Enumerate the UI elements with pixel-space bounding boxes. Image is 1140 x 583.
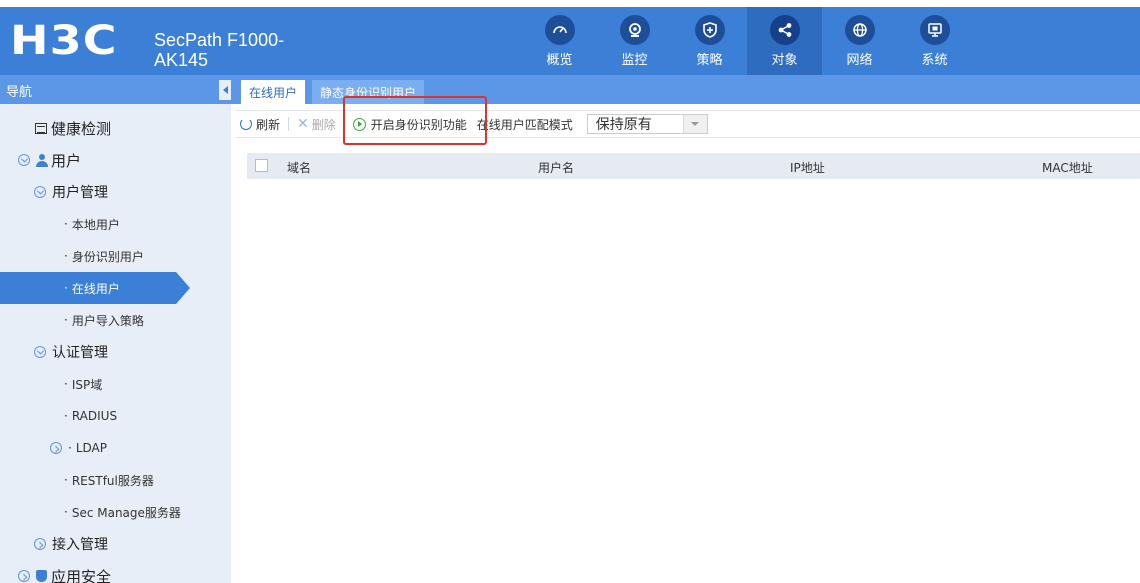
monitor-icon <box>619 15 650 45</box>
dashboard-icon <box>544 15 575 45</box>
system-icon <box>919 15 950 45</box>
h3c-logo: H3C <box>10 18 118 64</box>
refresh-icon <box>240 118 252 130</box>
sidebar-item-access-management[interactable]: 接入管理 <box>0 528 231 560</box>
app-security-icon <box>36 570 47 582</box>
health-check-icon <box>35 122 47 134</box>
chevron-down-icon <box>34 186 46 198</box>
sidebar-item-sec-manage-server[interactable]: · Sec Manage服务器 <box>0 496 231 528</box>
nav-tab-policy[interactable]: 策略 <box>672 7 747 75</box>
sidebar-item-local-user[interactable]: · 本地用户 <box>0 208 231 240</box>
sidebar-item-app-security[interactable]: 应用安全 <box>0 560 231 583</box>
chevron-down-icon <box>682 115 707 133</box>
chevron-down-icon <box>18 154 30 166</box>
close-icon: ✕ <box>297 116 309 132</box>
select-all-checkbox[interactable] <box>255 159 268 172</box>
sidebar-item-radius[interactable]: · RADIUS <box>0 400 231 432</box>
globe-icon <box>844 15 875 45</box>
sidebar: 健康检测 用户 用户管理 · 本地用户 · 身份识别用户 · 在线用户 · 用户导入策略… <box>0 104 231 583</box>
sidebar-item-identity-user[interactable]: · 身份识别用户 <box>0 240 231 272</box>
match-mode-select[interactable]: 保持原有 <box>586 114 708 134</box>
sidebar-item-user-import-policy[interactable]: · 用户导入策略 <box>0 304 231 336</box>
tab-online-user[interactable]: 在线用户 <box>241 80 306 104</box>
nav-title: 导航 <box>6 85 33 100</box>
match-mode-label: 在线用户匹配模式 <box>476 117 573 132</box>
chevron-right-icon <box>34 538 46 550</box>
column-ip[interactable]: IP地址 <box>790 159 825 176</box>
highlight-annotation <box>343 96 487 145</box>
collapse-sidebar-icon[interactable] <box>219 80 231 100</box>
app-header: H3C SecPath F1000- AK145 概览 监控 策略 对象 网络 … <box>0 7 1140 75</box>
chevron-right-icon <box>18 570 30 582</box>
share-icon <box>769 15 800 45</box>
chevron-right-icon <box>50 442 62 454</box>
toolbar-divider <box>288 117 290 131</box>
sub-bar: 导航 <box>0 75 1140 104</box>
column-username[interactable]: 用户名 <box>538 159 574 176</box>
refresh-button[interactable]: 刷新 <box>236 112 284 136</box>
top-strip <box>0 0 1140 7</box>
column-domain[interactable]: 域名 <box>287 159 311 176</box>
column-mac[interactable]: MAC地址 <box>1042 159 1093 176</box>
nav-tab-system[interactable]: 系统 <box>897 7 972 75</box>
main-nav: 概览 监控 策略 对象 网络 系统 <box>522 7 972 75</box>
shield-plus-icon <box>694 15 725 45</box>
product-name: SecPath F1000- AK145 <box>154 30 285 70</box>
sidebar-item-user[interactable]: 用户 <box>0 144 231 176</box>
sidebar-item-online-user[interactable]: · 在线用户 <box>0 272 190 304</box>
chevron-down-icon <box>34 346 46 358</box>
nav-tab-monitor[interactable]: 监控 <box>597 7 672 75</box>
sidebar-item-user-management[interactable]: 用户管理 <box>0 176 231 208</box>
sidebar-item-health-check[interactable]: 健康检测 <box>0 112 231 144</box>
sidebar-item-auth-management[interactable]: 认证管理 <box>0 336 231 368</box>
sidebar-item-ldap[interactable]: · LDAP <box>0 432 231 464</box>
sidebar-item-isp-domain[interactable]: · ISP域 <box>0 368 231 400</box>
nav-tab-network[interactable]: 网络 <box>822 7 897 75</box>
nav-tab-object[interactable]: 对象 <box>747 7 822 75</box>
sidebar-item-restful-server[interactable]: · RESTful服务器 <box>0 464 231 496</box>
user-icon <box>36 153 48 167</box>
nav-tab-overview[interactable]: 概览 <box>522 7 597 75</box>
delete-button[interactable]: ✕ 删除 <box>293 112 340 136</box>
table-header: 域名 用户名 IP地址 MAC地址 <box>247 153 1140 179</box>
